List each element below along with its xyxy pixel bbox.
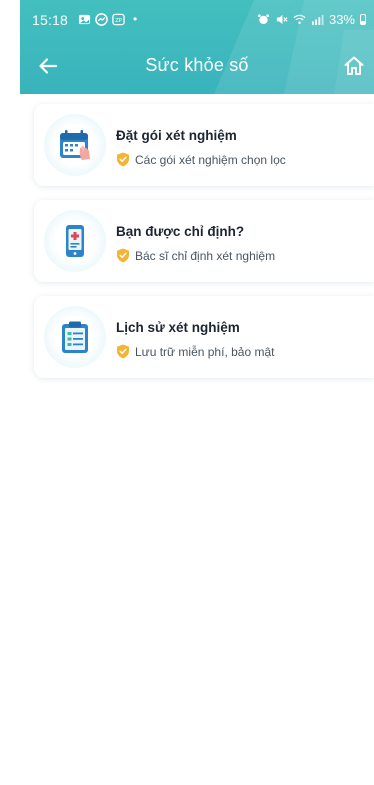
card-book-test-package[interactable]: Đặt gói xét nghiệm Các gói xét nghiệm ch… [34,104,374,186]
page-title: Sức khỏe số [145,55,249,75]
card-icon-container [44,210,106,272]
card-subtitle-row: Lưu trữ miễn phí, bảo mật [116,344,274,359]
svg-text:ZP: ZP [115,17,122,23]
card-title: Đặt gói xét nghiệm [116,128,237,143]
card-subtitle-row: Bác sĩ chỉ định xét nghiệm [116,248,275,263]
card-subtitle: Các gói xét nghiệm chọn lọc [135,152,286,167]
card-icon-container [44,306,106,368]
status-dot: • [133,12,138,26]
card-title: Lịch sử xét nghiệm [116,320,240,335]
card-subtitle: Lưu trữ miễn phí, bảo mật [135,344,275,359]
nav-bar: Sức khỏe số [20,40,374,94]
status-notification-icons: ZP • [78,12,137,26]
status-bar: 15:18 ZP • 33% [20,0,374,38]
header: 15:18 ZP • 33% Sức khỏe số [20,0,374,94]
wifi-icon [293,14,306,24]
gallery-icon [78,14,91,24]
medical-tablet-icon [66,225,84,257]
card-title: Bạn được chỉ định? [116,224,245,239]
mute-icon [276,14,288,25]
battery-percent: 33% [328,12,355,27]
shield-check-icon [117,152,129,167]
battery-icon [360,14,366,25]
shield-check-icon [117,248,129,263]
card-icon-container [44,114,106,176]
signal-icon [311,14,324,26]
shield-check-icon [117,344,129,359]
card-doctor-prescribed[interactable]: Bạn được chỉ định? Bác sĩ chỉ định xét n… [34,200,374,282]
alarm-icon [257,14,270,25]
card-test-history[interactable]: Lịch sử xét nghiệm Lưu trữ miễn phí, bảo… [34,296,374,378]
clipboard-icon [62,321,88,353]
home-icon [344,56,364,75]
status-system-icons: 33% [257,12,366,27]
messenger-icon [95,12,108,26]
home-button[interactable] [340,52,368,80]
zalo-icon: ZP [112,13,125,25]
card-subtitle-row: Các gói xét nghiệm chọn lọc [116,152,286,167]
card-subtitle: Bác sĩ chỉ định xét nghiệm [135,248,276,263]
calendar-icon [60,130,90,160]
status-time: 15:18 [32,12,69,28]
